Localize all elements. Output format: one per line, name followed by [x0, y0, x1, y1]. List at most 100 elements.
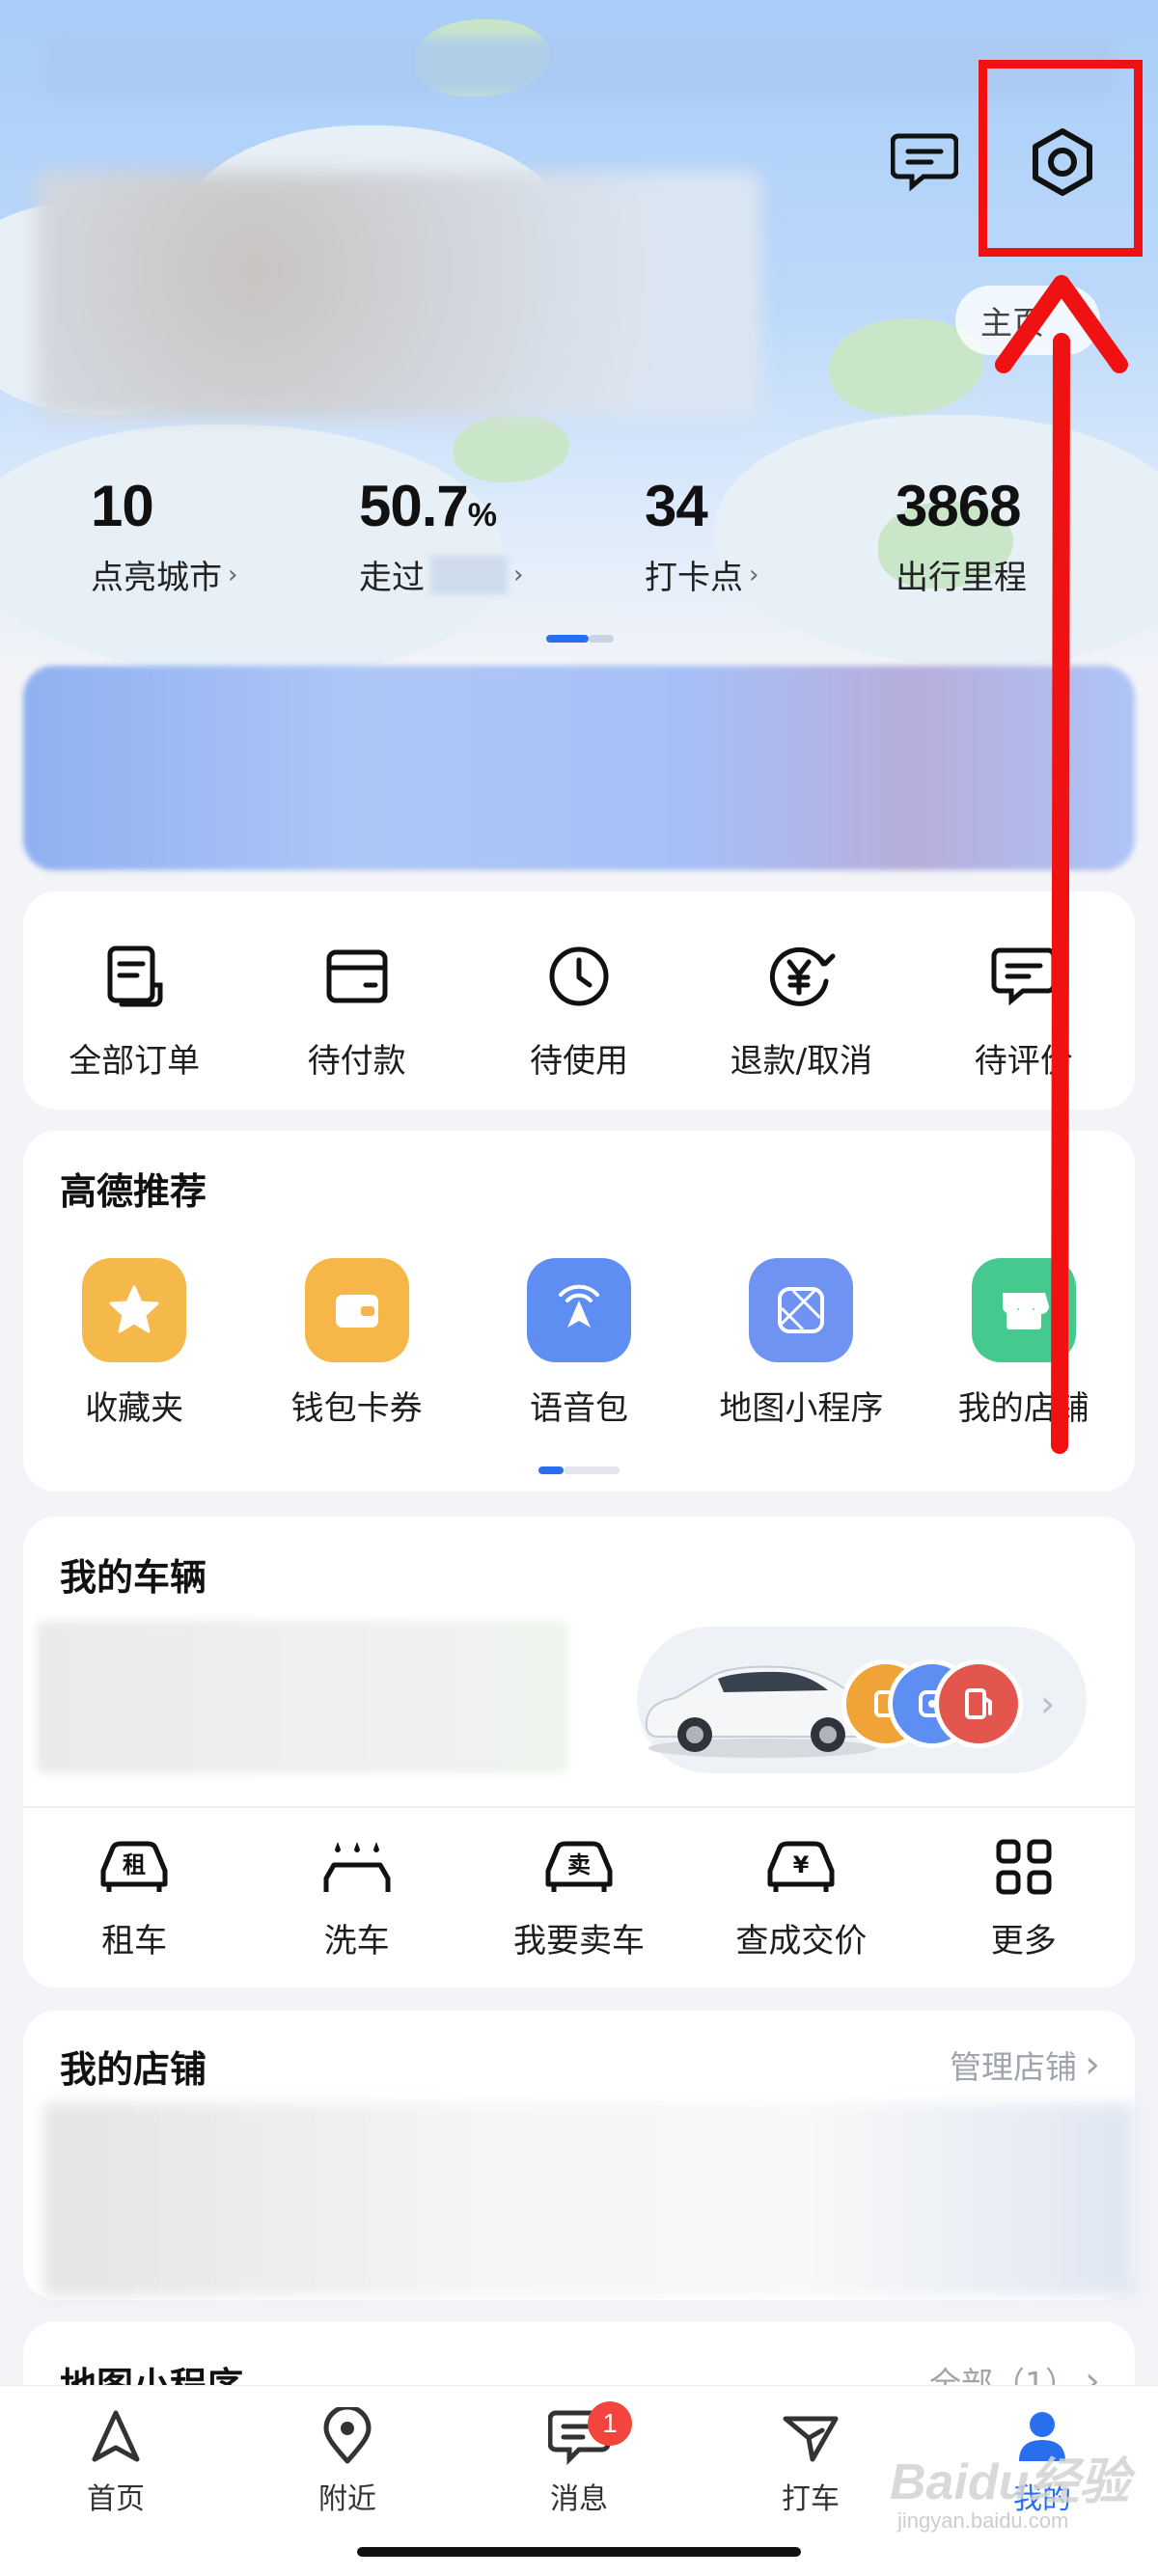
price-car-icon: ¥ [767, 1841, 835, 1892]
favorites-entry[interactable]: 收藏夹 [23, 1258, 245, 1429]
clock-icon [549, 946, 609, 1006]
rent-car-label: 租车 [101, 1922, 168, 1960]
mini-program-icon [778, 1287, 825, 1333]
blurred-text [430, 555, 508, 594]
stat-percent[interactable]: 50.7% 走过 › [359, 473, 523, 598]
annotation-highlight-box [979, 60, 1143, 257]
manage-store-link[interactable]: 管理店铺 › [950, 2042, 1100, 2088]
vehicle-services-row: 租 租车 洗车 卖 我要卖车 ¥ 查成交价 更多 [23, 1833, 1135, 1961]
stat-value: 50.7% [359, 474, 497, 538]
rent-car-icon: 租 [100, 1841, 168, 1892]
sell-glyph: 卖 [567, 1851, 591, 1878]
mini-program-label: 地图小程序 [719, 1389, 884, 1428]
mini-program-entry[interactable]: 地图小程序 [690, 1258, 912, 1429]
stat-cities[interactable]: 10 点亮城市 › [91, 473, 237, 598]
voice-pack-tile [526, 1258, 631, 1362]
nav-taxi-label: 打车 [782, 2482, 840, 2516]
pager-dot-active [538, 1466, 564, 1474]
car-wash-icon [323, 1842, 391, 1892]
navigation-arrow-icon [92, 2410, 140, 2462]
chevron-right-icon[interactable]: › [1040, 1683, 1055, 1725]
favorites-tile [82, 1258, 187, 1362]
wallet-tile [304, 1258, 409, 1362]
vehicle-title: 我的车辆 [60, 1556, 207, 1599]
status-bar-blurred [43, 37, 1115, 95]
orders-refund-label: 退款/取消 [730, 1042, 873, 1081]
store-title: 我的店铺 [60, 2048, 207, 2091]
annotation-arrow [995, 275, 1128, 1454]
fuel-icon [965, 1688, 992, 1719]
pager-track [564, 1466, 620, 1474]
sell-car-icon: 卖 [545, 1841, 613, 1892]
orders-card: 全部订单 待付款 待使用 退款/取消 待评价 [23, 891, 1135, 1110]
wallet-entry[interactable]: 钱包卡券 [245, 1258, 467, 1429]
chevron-right-icon: › [1085, 2042, 1100, 2087]
pager-dot-active [546, 635, 589, 643]
car-service-badge-3 [934, 1659, 1023, 1748]
nav-messages[interactable]: 消息 1 [507, 2401, 651, 2517]
manage-store-label: 管理店铺 [950, 2048, 1077, 2086]
watermark-logo: Baidu经验 [890, 2454, 1130, 2510]
car-wash-entry[interactable]: 洗车 [245, 1833, 467, 1961]
stats-row: 10 点亮城市 › 50.7% 走过 › 34 打卡点 › 3868 出行里程 [0, 473, 1158, 598]
watermark-url: jingyan.baidu.com [897, 2508, 1069, 2533]
refund-yen-icon [770, 946, 836, 1006]
orders-unpaid[interactable]: 待付款 [245, 938, 467, 1082]
star-icon [109, 1285, 159, 1333]
price-glyph: ¥ [793, 1851, 810, 1878]
chevron-right-icon: › [228, 560, 238, 589]
car-price-label: 查成交价 [735, 1922, 868, 1960]
message-button[interactable] [886, 127, 963, 195]
order-list-icon [107, 945, 163, 1007]
promo-banner-blurred[interactable] [23, 666, 1135, 870]
stat-value: 10 [91, 474, 154, 538]
wallet-icon [335, 1295, 378, 1328]
taxi-icon [783, 2416, 839, 2462]
chevron-right-icon: › [513, 560, 524, 589]
orders-to-use[interactable]: 待使用 [468, 938, 690, 1082]
location-pin-icon [323, 2407, 372, 2464]
stat-label: 打卡点 [645, 559, 743, 597]
message-icon [891, 133, 958, 192]
store-content-blurred [44, 2103, 1135, 2296]
orders-refund[interactable]: 退款/取消 [690, 938, 912, 1082]
wallet-label: 钱包卡券 [290, 1389, 423, 1428]
stat-value: 34 [645, 474, 708, 538]
stat-label: 点亮城市 [91, 559, 222, 597]
nav-nearby-label: 附近 [318, 2482, 376, 2516]
grid-more-icon [996, 1839, 1052, 1895]
voice-pack-label: 语音包 [529, 1389, 628, 1428]
nav-home-label: 首页 [87, 2482, 145, 2516]
recommend-card: 高德推荐 收藏夹 钱包卡券 语音包 地图小程序 我的店铺 [23, 1131, 1135, 1492]
rent-glyph: 租 [123, 1851, 146, 1878]
chevron-right-icon: › [749, 560, 759, 589]
unread-badge: 1 [588, 2401, 632, 2446]
favorites-label: 收藏夹 [85, 1389, 184, 1428]
mini-program-tile [749, 1258, 854, 1362]
recommend-title: 高德推荐 [60, 1170, 207, 1213]
home-indicator [357, 2547, 801, 2557]
wallet-card-icon [326, 949, 388, 1003]
sell-car-entry[interactable]: 卖 我要卖车 [468, 1833, 690, 1961]
orders-all-label: 全部订单 [69, 1042, 201, 1081]
orders-all[interactable]: 全部订单 [23, 938, 245, 1082]
divider [23, 1806, 1135, 1808]
sell-car-label: 我要卖车 [512, 1922, 645, 1960]
nav-messages-label: 消息 [550, 2482, 608, 2516]
voice-pack-entry[interactable]: 语音包 [468, 1258, 690, 1429]
more-services-label: 更多 [990, 1922, 1057, 1960]
pager-dot [589, 635, 614, 643]
orders-unpaid-label: 待付款 [307, 1042, 406, 1081]
rent-car-entry[interactable]: 租 租车 [23, 1833, 245, 1961]
stat-label: 走过 [359, 559, 425, 597]
stat-checkins[interactable]: 34 打卡点 › [645, 473, 758, 598]
vehicle-info-blurred [37, 1621, 567, 1773]
car-price-entry[interactable]: ¥ 查成交价 [690, 1833, 912, 1961]
profile-blurred [37, 172, 760, 418]
nav-taxi[interactable]: 打车 [738, 2407, 883, 2517]
orders-to-use-label: 待使用 [529, 1042, 628, 1081]
nav-nearby[interactable]: 附近 [275, 2407, 420, 2517]
more-services-entry[interactable]: 更多 [913, 1833, 1135, 1961]
nav-home[interactable]: 首页 [43, 2407, 188, 2517]
voice-icon [558, 1284, 599, 1328]
